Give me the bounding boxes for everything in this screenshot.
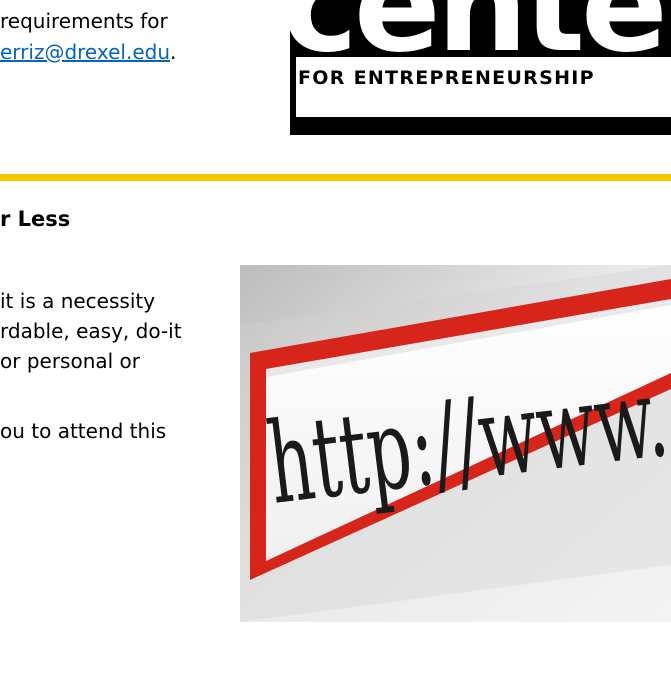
requirements-line-1: requirements for (0, 9, 168, 33)
contact-email-link[interactable]: erriz@drexel.edu (0, 40, 170, 64)
section-divider (0, 174, 671, 181)
logo-wordmark: center (290, 0, 671, 58)
paragraph-line: it is a necessity (0, 289, 156, 313)
logo-subtitle-band: FOR ENTREPRENEURSHIP (296, 54, 671, 117)
paragraph-line: or personal or (0, 349, 140, 373)
url-bar-photo: http://www. (240, 265, 671, 622)
center-for-entrepreneurship-logo: center FOR ENTREPRENEURSHIP (290, 0, 671, 135)
logo-subtitle: FOR ENTREPRENEURSHIP (298, 67, 595, 89)
section-heading: r Less (0, 207, 71, 231)
paragraph-line: rdable, easy, do-it (0, 319, 182, 343)
article-paragraph-1: it is a necessity rdable, easy, do-it or… (0, 286, 182, 376)
requirements-line-2: erriz@drexel.edu. (0, 37, 176, 68)
requirements-text: requirements for erriz@drexel.edu. (0, 6, 176, 68)
email-period: . (170, 40, 177, 64)
article-paragraph-2: ou to attend this (0, 419, 167, 443)
logo-wordmark-graphic: center (290, 0, 671, 58)
url-bar-illustration: http://www. (240, 265, 671, 622)
